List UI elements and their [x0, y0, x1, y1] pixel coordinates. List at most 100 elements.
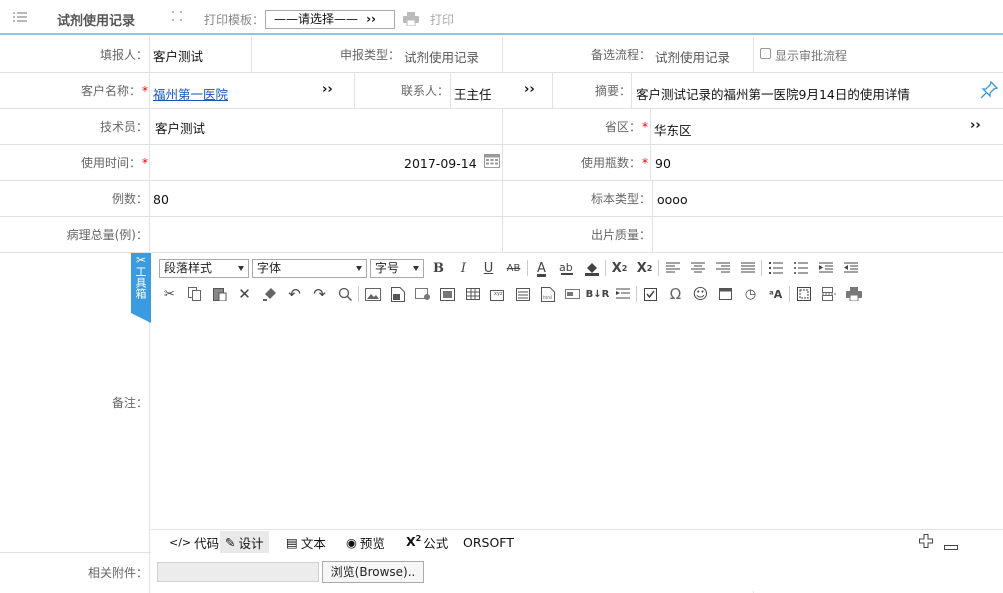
form-row-reporter: 填报人： 客户测试 申报类型： 试剂使用记录 备选流程： 试剂使用记录 显示审批…: [0, 37, 1003, 73]
underline-icon[interactable]: U: [478, 258, 499, 278]
printer-icon[interactable]: [403, 12, 419, 27]
align-center-icon[interactable]: [687, 258, 708, 278]
print-button[interactable]: 打印: [430, 11, 454, 28]
svg-text:ab: ab: [559, 261, 573, 274]
code-icon: </>: [169, 535, 192, 549]
browse-button[interactable]: 浏览(Browse)..: [322, 561, 424, 583]
emoticon-icon[interactable]: ☺: [690, 284, 711, 304]
region-select-icon[interactable]: ››: [970, 118, 981, 133]
mode-code-tab[interactable]: </> 代码: [164, 531, 224, 553]
toolbox-label: 工具箱: [134, 266, 147, 299]
ordered-list-icon[interactable]: [765, 258, 786, 278]
paragraph-style-select[interactable]: 段落样式: [159, 258, 249, 278]
italic-icon[interactable]: I: [453, 258, 474, 278]
print-template-value: ——请选择——: [274, 12, 359, 26]
svg-text:html: html: [543, 295, 552, 300]
design-icon: ✎: [225, 534, 236, 550]
background-color-icon[interactable]: [581, 258, 602, 278]
specimen-value[interactable]: oooo: [657, 192, 688, 207]
print-preview-icon[interactable]: [843, 284, 864, 304]
formula-icon: X2: [406, 534, 422, 550]
image-icon[interactable]: [362, 284, 383, 304]
pin-icon[interactable]: [980, 80, 999, 102]
redo-icon[interactable]: ↷: [309, 284, 330, 304]
justify-icon[interactable]: [737, 258, 758, 278]
font-size-select[interactable]: 字号: [370, 258, 424, 278]
bottles-value[interactable]: 90: [655, 156, 671, 171]
template-icon[interactable]: [512, 284, 533, 304]
editor-mode-bar: </> 代码 ✎ 设计 ▤ 文本 ◉ 预览 X2 公式 ORSOFT: [151, 529, 1003, 553]
spell-check-icon[interactable]: ᵃA: [765, 284, 786, 304]
expand-icon[interactable]: [919, 534, 933, 551]
find-icon[interactable]: [334, 284, 355, 304]
wrench-icon: ✂: [135, 253, 147, 267]
checkbox-icon[interactable]: [640, 284, 661, 304]
subscript-icon[interactable]: X2: [634, 258, 655, 278]
align-right-icon[interactable]: [712, 258, 733, 278]
strikethrough-icon[interactable]: AB: [503, 258, 524, 278]
show-flow-checkbox[interactable]: [760, 48, 771, 59]
copy-icon[interactable]: [184, 284, 205, 304]
rich-text-editor[interactable]: 段落样式 字体 字号 B I U AB A ab X2 X2 ✂ ✕ ↶ ↷ x…: [151, 253, 1003, 553]
region-value: 华东区: [654, 123, 692, 138]
form-row-customer: 客户名称： * 福州第一医院 ›› 联系人： 王主任 ›› 摘要： 客户测试记录的…: [0, 73, 1003, 109]
superscript-icon[interactable]: X2: [609, 258, 630, 278]
font-select[interactable]: 字体: [252, 258, 367, 278]
cut-icon[interactable]: ✂: [159, 284, 180, 304]
form-row-technician: 技术员： 客户测试 省区： * 华东区 ››: [0, 109, 1003, 145]
document-icon[interactable]: [387, 284, 408, 304]
mode-orsoft-tab[interactable]: ORSOFT: [458, 531, 519, 553]
chevron-right-icon: ››: [366, 12, 376, 26]
format-painter-icon[interactable]: [259, 284, 280, 304]
outdent-icon[interactable]: [840, 258, 861, 278]
summary-value[interactable]: 客户测试记录的福州第一医院9月14日的使用详情: [636, 84, 910, 103]
page: 试剂使用记录 打印模板： ——请选择—— ›› 打印 填报人： 客户测试 申报类…: [0, 0, 1003, 593]
align-left-icon[interactable]: [662, 258, 683, 278]
undo-icon[interactable]: ↶: [284, 284, 305, 304]
paragraph-direction-icon[interactable]: B↓R: [586, 284, 610, 304]
paste-icon[interactable]: [209, 284, 230, 304]
special-field-icon[interactable]: [562, 284, 583, 304]
top-toolbar: 试剂使用记录 打印模板： ——请选择—— ›› 打印: [0, 0, 1003, 35]
pathology-input[interactable]: [150, 217, 503, 252]
html-icon[interactable]: html: [537, 284, 558, 304]
unordered-list-icon[interactable]: [790, 258, 811, 278]
time-icon[interactable]: ◷: [740, 284, 761, 304]
form-row-use-time: 使用时间： * 2017-09-14 使用瓶数： * 90: [0, 145, 1003, 181]
toolbox-tab[interactable]: ✂ 工具箱: [131, 253, 151, 323]
date-icon[interactable]: [715, 284, 736, 304]
mode-formula-tab[interactable]: X2 公式: [401, 531, 453, 553]
bold-icon[interactable]: B: [428, 258, 449, 278]
insert-line-icon[interactable]: [612, 284, 633, 304]
form-row-cases: 例数： 80 标本类型： oooo: [0, 181, 1003, 217]
flow-label: 备选流程：: [590, 48, 651, 62]
print-template-select[interactable]: ——请选择—— ››: [265, 10, 395, 29]
drag-handle-icon[interactable]: [172, 11, 184, 23]
page-break-icon[interactable]: [818, 284, 839, 304]
toolbar-row-2: ✂ ✕ ↶ ↷ xyz html B↓R Ω ☺ ◷ ᵃA: [159, 282, 868, 306]
indent-icon[interactable]: [815, 258, 836, 278]
mode-preview-tab[interactable]: ◉ 预览: [341, 531, 390, 553]
contact-label: 联系人：: [400, 84, 449, 98]
font-color-icon[interactable]: A: [531, 258, 552, 278]
attachment-file-input[interactable]: [157, 562, 319, 582]
page-title: 试剂使用记录: [57, 14, 136, 29]
form-row-attachment: 相关附件： 浏览(Browse)..: [0, 553, 1003, 593]
fullscreen-icon[interactable]: [793, 284, 814, 304]
form-row-pathology: 病理总量(例)： 出片质量：: [0, 217, 1003, 253]
special-character-icon[interactable]: Ω: [665, 284, 686, 304]
print-template-label: 打印模板：: [204, 13, 265, 27]
toolbar-row-1: 段落样式 字体 字号 B I U AB A ab X2 X2: [159, 256, 865, 280]
svg-text:xyz: xyz: [494, 291, 503, 297]
collapse-icon[interactable]: [944, 539, 958, 553]
insert-code-icon[interactable]: xyz: [487, 284, 508, 304]
mode-text-tab[interactable]: ▤ 文本: [281, 531, 331, 553]
mode-design-tab[interactable]: ✎ 设计: [220, 531, 269, 553]
media-icon[interactable]: [437, 284, 458, 304]
table-icon[interactable]: [462, 284, 483, 304]
eye-icon: ◉: [346, 534, 357, 550]
image-gallery-icon[interactable]: [412, 284, 433, 304]
menu-icon[interactable]: [13, 11, 27, 23]
remove-format-icon[interactable]: ✕: [234, 284, 255, 304]
highlight-icon[interactable]: ab: [556, 258, 577, 278]
